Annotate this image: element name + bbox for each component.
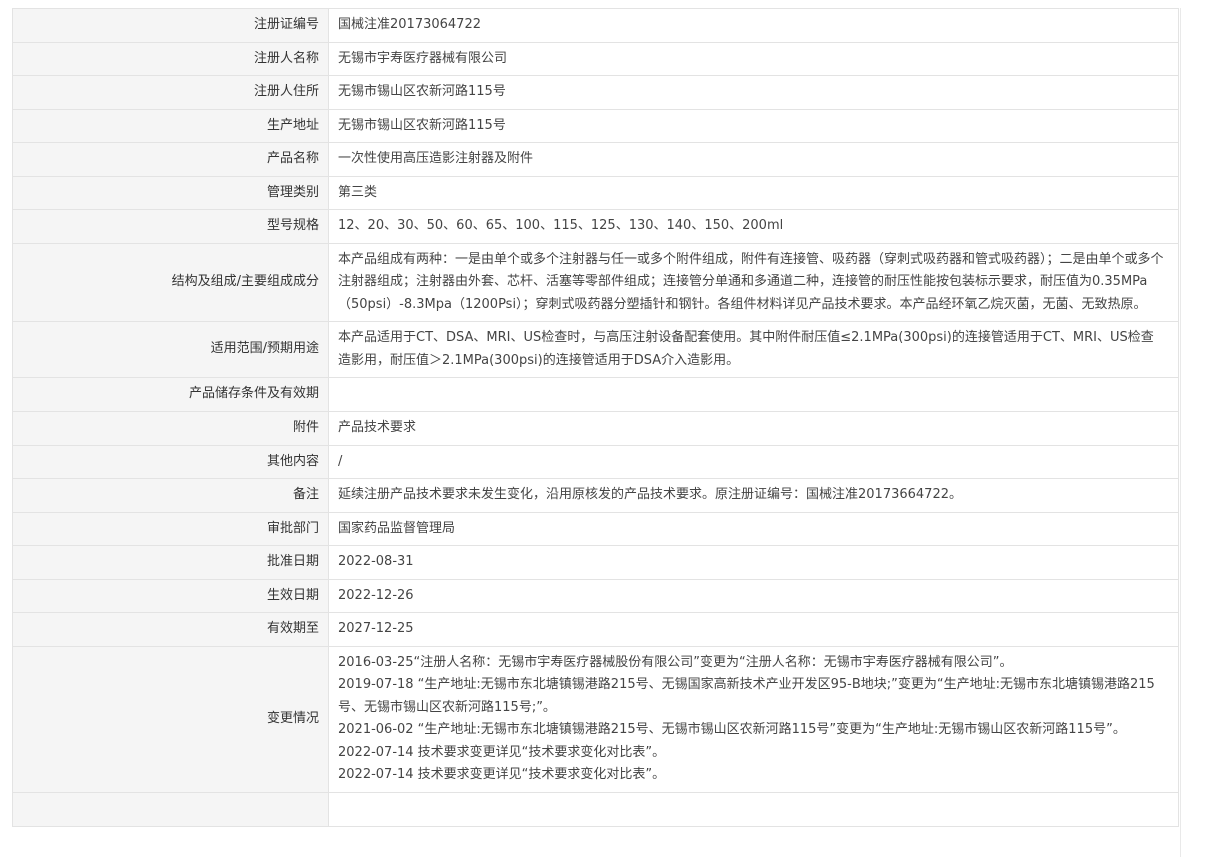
field-label: 管理类别 [12,175,329,210]
field-label [12,791,329,827]
field-value: 无锡市锡山区农新河路115号 [328,75,1179,110]
field-label: 其他内容 [12,444,329,479]
field-value [328,791,1179,827]
detail-row-remarks: 备注 延续注册产品技术要求未发生变化，沿用原核发的产品技术要求。原注册证编号：国… [12,478,1179,513]
detail-row-product-name: 产品名称 一次性使用高压造影注射器及附件 [12,142,1179,177]
field-value: 本产品适用于CT、DSA、MRI、US检查时，与高压注射设备配套使用。其中附件耐… [328,321,1179,378]
detail-table-body: 注册证编号 国械注准20173064722 注册人名称 无锡市宇寿医疗器械有限公… [12,8,1179,827]
field-label: 附件 [12,411,329,446]
change-history: 2016-03-25“注册人名称：无锡市宇寿医疗器械股份有限公司”变更为“注册人… [328,645,1179,793]
page-scroll-edge [1180,8,1181,857]
detail-row-production-address: 生产地址 无锡市锡山区农新河路115号 [12,108,1179,143]
change-entry: 2021-06-02 “生产地址:无锡市东北塘镇锡港路215号、无锡市锡山区农新… [338,722,1126,737]
field-value: 延续注册产品技术要求未发生变化，沿用原核发的产品技术要求。原注册证编号：国械注准… [328,478,1179,513]
field-value: 产品技术要求 [328,411,1179,446]
field-value: 国械注准20173064722 [328,8,1179,43]
field-value [328,377,1179,412]
field-value: 国家药品监督管理局 [328,511,1179,546]
field-label: 批准日期 [12,545,329,580]
registration-detail: 注册证编号 国械注准20173064722 注册人名称 无锡市宇寿医疗器械有限公… [12,8,1179,827]
detail-row-management-class: 管理类别 第三类 [12,175,1179,210]
detail-row-registrant-name: 注册人名称 无锡市宇寿医疗器械有限公司 [12,41,1179,76]
field-label: 变更情况 [12,645,329,793]
field-value: 第三类 [328,175,1179,210]
field-label: 有效期至 [12,612,329,647]
detail-row-intended-use: 适用范围/预期用途 本产品适用于CT、DSA、MRI、US检查时，与高压注射设备… [12,321,1179,378]
detail-row-effective-date: 生效日期 2022-12-26 [12,578,1179,613]
detail-row-approval-date: 批准日期 2022-08-31 [12,545,1179,580]
detail-row-approval-dept: 审批部门 国家药品监督管理局 [12,511,1179,546]
field-value: 12、20、30、50、60、65、100、115、125、130、140、15… [328,209,1179,244]
detail-row-model-spec: 型号规格 12、20、30、50、60、65、100、115、125、130、1… [12,209,1179,244]
registration-detail-table: 注册证编号 国械注准20173064722 注册人名称 无锡市宇寿医疗器械有限公… [12,8,1179,827]
detail-row-structure: 结构及组成/主要组成成分 本产品组成有两种：一是由单个或多个注射器与任一或多个附… [12,242,1179,322]
field-value: 一次性使用高压造影注射器及附件 [328,142,1179,177]
field-label: 生效日期 [12,578,329,613]
field-value: 无锡市锡山区农新河路115号 [328,108,1179,143]
detail-row-registrant-address: 注册人住所 无锡市锡山区农新河路115号 [12,75,1179,110]
field-value: 无锡市宇寿医疗器械有限公司 [328,41,1179,76]
field-value: 2022-08-31 [328,545,1179,580]
detail-row-trailing [12,791,1179,827]
field-label: 产品储存条件及有效期 [12,377,329,412]
change-entry: 2022-07-14 技术要求变更详见“技术要求变化对比表”。 [338,744,666,760]
detail-row-changes: 变更情况 2016-03-25“注册人名称：无锡市宇寿医疗器械股份有限公司”变更… [12,645,1179,793]
detail-row-valid-until: 有效期至 2027-12-25 [12,612,1179,647]
field-value: 本产品组成有两种：一是由单个或多个注射器与任一或多个附件组成，附件有连接管、吸药… [328,242,1179,322]
field-label: 生产地址 [12,108,329,143]
field-label: 注册人名称 [12,41,329,76]
detail-row-storage: 产品储存条件及有效期 [12,377,1179,412]
field-label: 备注 [12,478,329,513]
field-label: 适用范围/预期用途 [12,321,329,378]
field-label: 结构及组成/主要组成成分 [12,242,329,322]
field-value: 2022-12-26 [328,578,1179,613]
field-label: 型号规格 [12,209,329,244]
detail-row-attachment: 附件 产品技术要求 [12,411,1179,446]
change-entry: 2022-07-14 技术要求变更详见“技术要求变化对比表”。 [338,767,666,782]
change-entry: 2016-03-25“注册人名称：无锡市宇寿医疗器械股份有限公司”变更为“注册人… [338,654,1013,670]
change-entry: 2019-07-18 “生产地址:无锡市东北塘镇锡港路215号、无锡国家高新技术… [338,677,1155,715]
field-label: 注册人住所 [12,75,329,110]
detail-row-registration-no: 注册证编号 国械注准20173064722 [12,8,1179,43]
field-label: 注册证编号 [12,8,329,43]
field-label: 审批部门 [12,511,329,546]
field-label: 产品名称 [12,142,329,177]
field-value: 2027-12-25 [328,612,1179,647]
detail-row-other: 其他内容 / [12,444,1179,479]
field-value: / [328,444,1179,479]
